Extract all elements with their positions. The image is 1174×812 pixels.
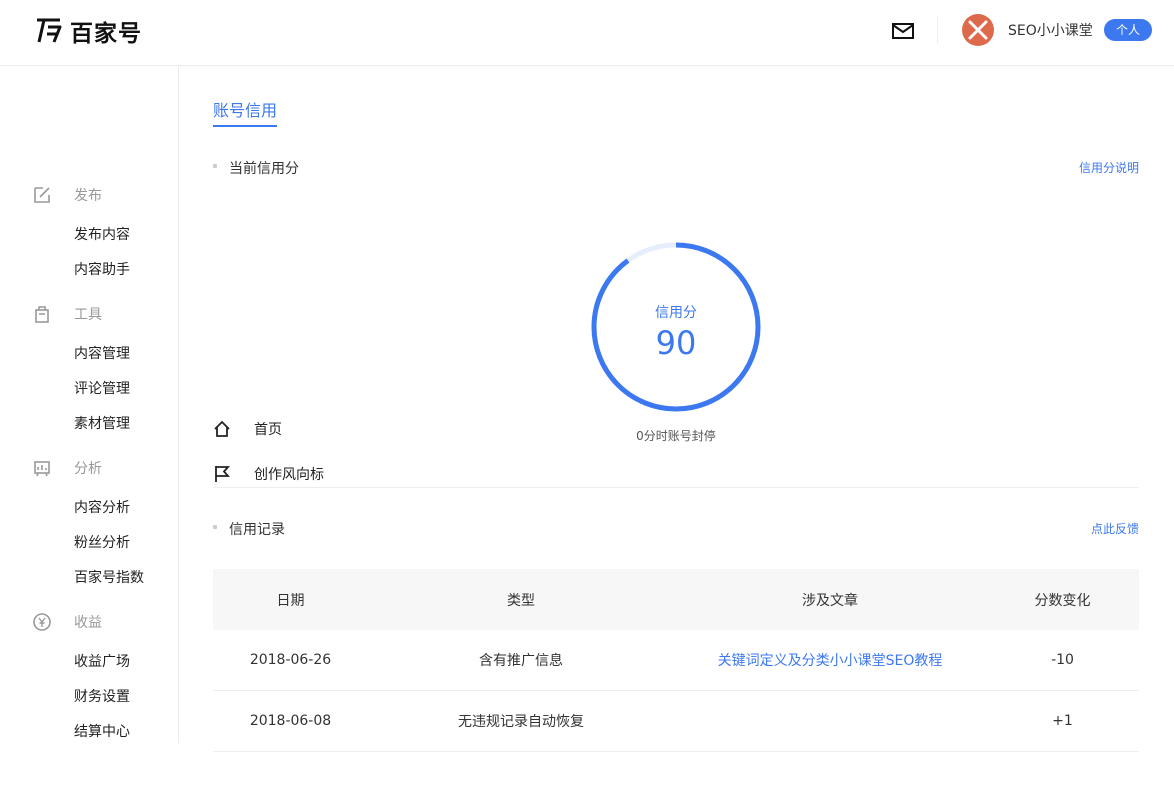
row-type: 无违规记录自动恢复 (458, 714, 584, 730)
sidebar-item-label: 收益广场 (74, 654, 130, 670)
section-divider (213, 487, 1139, 488)
sidebar-item-label: 内容管理 (74, 346, 130, 362)
sidebar-item: 工具 (0, 299, 179, 329)
section-dot (213, 164, 217, 168)
row-date: 2018-06-08 (249, 713, 332, 729)
sidebar-item: 分析 (0, 453, 179, 483)
score-help-link[interactable]: 信用分说明 (1079, 159, 1139, 176)
sidebar-item-label: 内容分析 (74, 500, 130, 516)
col-header-type: 类型 (507, 592, 535, 609)
sidebar-item[interactable]: 结算中心 (0, 716, 179, 746)
logo-mark-icon (37, 18, 62, 43)
sidebar-item-label: 内容助手 (74, 262, 130, 278)
sidebar-item: 发布 (0, 180, 179, 210)
sidebar-item-label: 发布内容 (74, 227, 130, 243)
header-divider (937, 16, 938, 44)
sidebar-item[interactable]: 百家号指数 (0, 562, 179, 592)
sidebar-item[interactable]: 内容管理 (0, 338, 179, 368)
feedback-link[interactable]: 点此反馈 (1091, 520, 1139, 537)
col-header-change: 分数变化 (1034, 592, 1091, 609)
current-score-title: 当前信用分 (229, 161, 299, 177)
sidebar-item-label: 评论管理 (74, 381, 130, 397)
main-content: 账号信用 当前信用分 信用分说明 信用分 90 0分时账号封停 信用记录 点此反… (180, 66, 1174, 752)
sidebar-item-label: 素材管理 (74, 416, 130, 432)
suspension-note: 0分时账号封停 (636, 429, 716, 443)
sidebar-item-label: 工具 (74, 307, 102, 323)
edit-icon (34, 187, 50, 203)
row-article-link[interactable]: 关键词定义及分类小小课堂SEO教程 (674, 650, 986, 670)
credit-records-table: 日期 类型 涉及文章 分数变化 2018-06-26 含有推广信息 关键词定义及… (213, 569, 1139, 752)
score-value: 90 (655, 324, 697, 362)
sidebar-item-label: 财务设置 (74, 689, 130, 705)
credit-records-title: 信用记录 (229, 522, 285, 538)
col-header-article: 涉及文章 (802, 592, 858, 609)
tab-account-credit[interactable]: 账号信用 (213, 97, 277, 121)
sidebar-item-label: 粉丝分析 (74, 535, 130, 551)
sidebar: 首页 创作风向标 发布 发布内容 内容助手 工具 内容管理 评论管理 素材管理 分析 内容分析 粉丝分… (0, 66, 324, 746)
table-header: 日期 类型 涉及文章 分数变化 (213, 569, 1139, 630)
avatar-x-icon (968, 20, 988, 40)
sidebar-item[interactable]: 内容助手 (0, 254, 179, 284)
avatar[interactable] (962, 14, 994, 46)
top-header: 百家号 SEO小小课堂 个人 (0, 0, 1174, 66)
sidebar-item-label: 分析 (74, 461, 102, 477)
section-dot (213, 525, 217, 529)
sidebar-item-label: 收益 (74, 615, 102, 631)
bag-icon (35, 306, 49, 323)
account-type-badge: 个人 (1104, 19, 1152, 41)
sidebar-item[interactable]: 评论管理 (0, 373, 179, 403)
chart-icon (34, 461, 50, 477)
tab-underline (213, 125, 277, 127)
sidebar-item[interactable]: 内容分析 (0, 492, 179, 522)
sidebar-item-label: 发布 (74, 188, 102, 204)
sidebar-item-label: 结算中心 (74, 724, 130, 740)
sidebar-item[interactable]: 素材管理 (0, 408, 179, 438)
sidebar-item[interactable]: 收益广场 (0, 646, 179, 676)
username[interactable]: SEO小小课堂 (1008, 20, 1093, 40)
row-type: 含有推广信息 (479, 653, 563, 669)
logo-text: 百家号 (70, 21, 142, 47)
col-header-date: 日期 (276, 592, 305, 609)
table-row: 2018-06-26 含有推广信息 关键词定义及分类小小课堂SEO教程 -10 (213, 630, 1139, 691)
row-score-change: +1 (1052, 713, 1073, 729)
baijiahao-logo[interactable]: 百家号 (34, 16, 142, 47)
sidebar-item[interactable]: 财务设置 (0, 681, 179, 711)
row-score-change: -10 (1051, 652, 1074, 668)
sidebar-item[interactable]: 发布内容 (0, 219, 179, 249)
yen-icon (33, 613, 51, 631)
sidebar-item: 收益 (0, 607, 179, 637)
sidebar-item[interactable]: 粉丝分析 (0, 527, 179, 557)
mail-icon[interactable] (891, 21, 915, 41)
score-label: 信用分 (655, 305, 697, 321)
row-date: 2018-06-26 (249, 652, 332, 668)
sidebar-item-label: 百家号指数 (74, 570, 144, 586)
